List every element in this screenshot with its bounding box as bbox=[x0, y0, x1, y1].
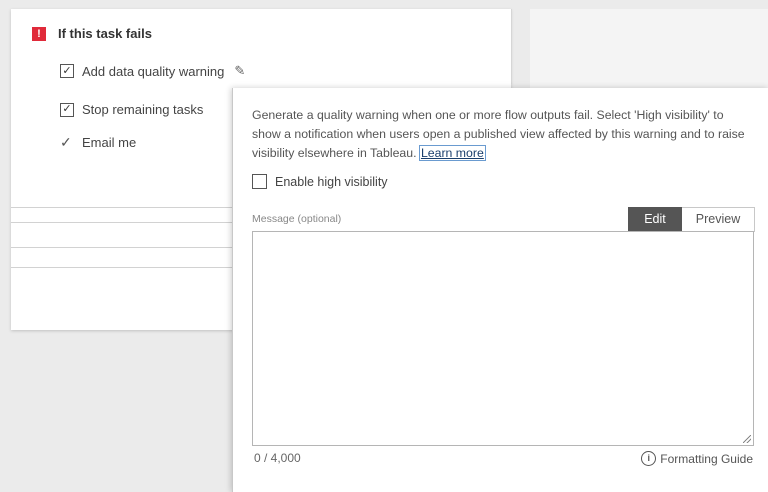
popover-description: Generate a quality warning when one or m… bbox=[252, 106, 752, 163]
pencil-icon[interactable]: ✎ bbox=[234, 63, 245, 79]
learn-more-link[interactable]: Learn more bbox=[418, 145, 486, 161]
description-text: Generate a quality warning when one or m… bbox=[252, 108, 745, 160]
add-warning-checkbox[interactable]: ✓ bbox=[60, 64, 74, 78]
info-icon: i bbox=[641, 451, 657, 466]
quality-warning-popover: Generate a quality warning when one or m… bbox=[232, 88, 768, 492]
stop-tasks-checkbox[interactable]: ✓ bbox=[60, 102, 74, 117]
section-title: If this task fails bbox=[58, 26, 152, 41]
high-visibility-option[interactable]: Enable high visibility bbox=[252, 174, 388, 189]
alert-icon: ! bbox=[32, 26, 46, 41]
resize-handle-icon[interactable] bbox=[743, 435, 751, 443]
row-divider bbox=[11, 247, 232, 248]
side-panel-background bbox=[530, 9, 768, 89]
editor-tabs: Edit Preview bbox=[628, 207, 755, 232]
check-icon[interactable]: ✓ bbox=[60, 134, 74, 151]
formatting-guide-label: Formatting Guide bbox=[660, 451, 753, 466]
row-divider bbox=[11, 222, 232, 223]
row-divider bbox=[11, 207, 232, 208]
option-stop-remaining-tasks[interactable]: ✓ Stop remaining tasks bbox=[60, 102, 203, 117]
stop-tasks-label: Stop remaining tasks bbox=[82, 102, 204, 117]
row-divider bbox=[11, 267, 232, 268]
formatting-guide-link[interactable]: i Formatting Guide bbox=[641, 451, 753, 466]
high-visibility-checkbox[interactable] bbox=[252, 174, 267, 189]
character-counter: 0 / 4,000 bbox=[254, 451, 301, 465]
message-label: Message (optional) bbox=[252, 213, 342, 225]
option-add-data-quality-warning[interactable]: ✓ Add data quality warning ✎ bbox=[60, 63, 245, 79]
add-warning-label: Add data quality warning bbox=[82, 63, 225, 79]
message-textarea[interactable] bbox=[252, 231, 754, 446]
high-visibility-label: Enable high visibility bbox=[275, 174, 388, 189]
email-me-label: Email me bbox=[82, 135, 137, 150]
option-email-me[interactable]: ✓ Email me bbox=[60, 134, 136, 151]
panel-divider bbox=[511, 9, 512, 84]
task-failure-header: ! If this task fails bbox=[32, 26, 152, 41]
tab-preview[interactable]: Preview bbox=[682, 207, 755, 232]
tab-edit[interactable]: Edit bbox=[628, 207, 682, 232]
